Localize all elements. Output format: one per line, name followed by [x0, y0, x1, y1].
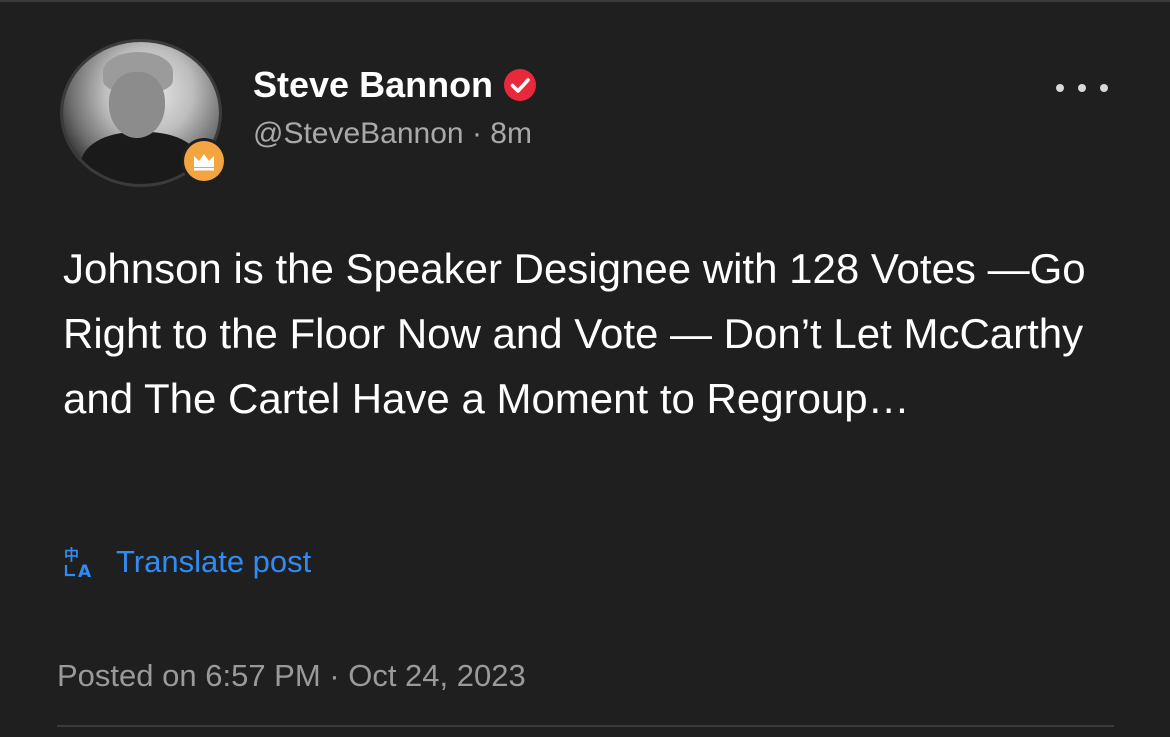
posted-timestamp: Posted on 6:57 PM · Oct 24, 2023 [57, 658, 526, 693]
crown-badge-inner [184, 141, 224, 181]
crown-badge-icon [181, 138, 227, 184]
avatar-face [109, 72, 165, 138]
author-display-name[interactable]: Steve Bannon [253, 63, 493, 107]
more-dot [1056, 84, 1064, 92]
svg-text:A: A [78, 562, 92, 579]
avatar-container[interactable] [63, 42, 227, 185]
divider [57, 725, 1114, 727]
translate-icon: 中 A [64, 546, 92, 579]
more-dot [1078, 84, 1086, 92]
more-options-icon[interactable] [1056, 76, 1108, 100]
author-meta: @SteveBannon · 8m [253, 114, 532, 154]
verified-check-icon [503, 68, 537, 102]
post-text: Johnson is the Speaker Designee with 128… [63, 245, 1086, 422]
translate-post-button[interactable]: 中 A Translate post [63, 540, 311, 584]
meta-separator: · [471, 117, 482, 150]
more-dot [1100, 84, 1108, 92]
crown-icon [194, 154, 214, 171]
author-handle[interactable]: @SteveBannon [253, 117, 464, 150]
translate-post-label[interactable]: Translate post [116, 540, 311, 584]
svg-text:中: 中 [64, 546, 79, 564]
post-age[interactable]: 8m [490, 117, 532, 150]
top-border [0, 0, 1170, 2]
author-name[interactable]: Steve Bannon [253, 63, 537, 107]
